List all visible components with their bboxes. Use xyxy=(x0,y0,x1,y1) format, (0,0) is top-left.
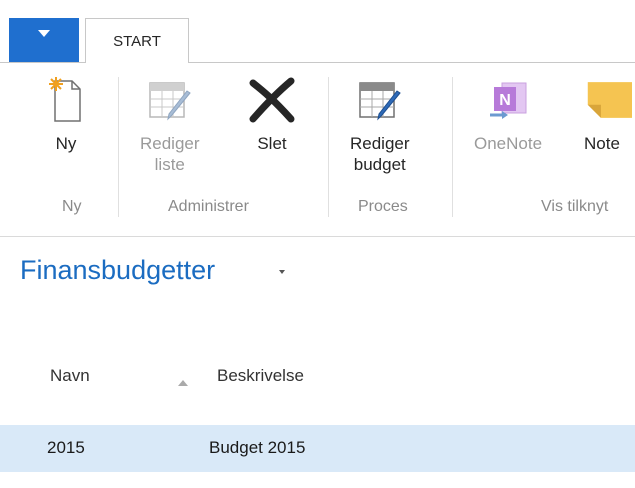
column-header-name[interactable]: Navn xyxy=(50,366,90,386)
edit-budget-icon xyxy=(356,73,404,127)
notes-label: Note xyxy=(584,134,620,153)
delete-x-icon xyxy=(248,73,296,127)
svg-text:N: N xyxy=(499,92,511,109)
group-separator xyxy=(452,77,453,217)
edit-list-label: Rediger liste xyxy=(140,134,200,174)
application-menu-button[interactable] xyxy=(9,18,79,62)
delete-label: Slet xyxy=(257,134,287,153)
ribbon-divider xyxy=(0,236,635,237)
cell-name: 2015 xyxy=(47,438,85,457)
table-row[interactable] xyxy=(0,425,635,472)
ribbon: Ny Rediger liste Slet Rediger budget N O… xyxy=(0,63,635,236)
page-title[interactable]: Finansbudgetter xyxy=(20,255,215,286)
group-label-show-attached: Vis tilknyt xyxy=(541,198,609,215)
group-label-process: Proces xyxy=(358,198,408,215)
edit-budget-button[interactable]: Rediger budget xyxy=(350,73,410,175)
group-separator xyxy=(118,77,119,217)
edit-list-icon xyxy=(146,73,194,127)
edit-budget-label: Rediger budget xyxy=(350,134,410,174)
group-label-manage: Administrer xyxy=(168,198,249,215)
menu-caret-icon xyxy=(38,30,50,37)
onenote-icon: N xyxy=(484,73,532,127)
column-header-description[interactable]: Beskrivelse xyxy=(217,366,304,386)
group-separator xyxy=(328,77,329,217)
sort-ascending-icon xyxy=(178,380,188,386)
group-label-new: Ny xyxy=(62,198,82,215)
note-icon xyxy=(584,73,632,127)
onenote-label: OneNote xyxy=(474,134,543,153)
cell-description: Budget 2015 xyxy=(209,438,306,457)
onenote-button[interactable]: N OneNote xyxy=(474,73,542,154)
new-button-label: Ny xyxy=(55,134,77,153)
delete-button[interactable]: Slet xyxy=(248,73,296,154)
tab-start[interactable]: START xyxy=(85,18,189,63)
new-document-icon xyxy=(42,73,90,127)
chevron-down-icon[interactable] xyxy=(279,270,285,274)
notes-button[interactable]: Note xyxy=(584,73,632,154)
new-button[interactable]: Ny xyxy=(42,73,90,154)
edit-list-button[interactable]: Rediger liste xyxy=(140,73,200,175)
